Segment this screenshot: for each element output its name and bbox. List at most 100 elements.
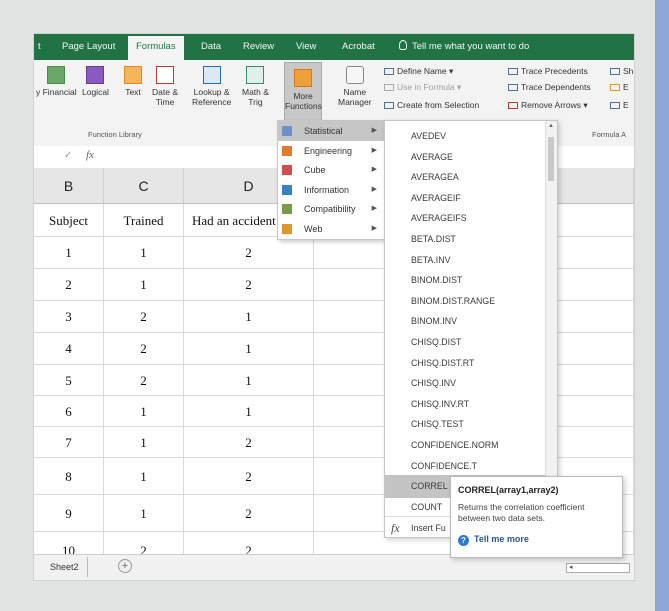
compatibility-icon bbox=[282, 204, 292, 214]
add-sheet-icon[interactable]: + bbox=[118, 559, 132, 573]
table-cell[interactable]: 5 bbox=[34, 365, 104, 396]
tab-view[interactable]: View bbox=[296, 34, 316, 60]
table-cell[interactable]: 6 bbox=[34, 396, 104, 427]
table-cell[interactable]: 1 bbox=[104, 458, 184, 495]
tooltip-title: CORREL(array1,array2) bbox=[458, 485, 559, 495]
trace-precedents-button[interactable]: Trace Precedents bbox=[508, 66, 588, 76]
function-item[interactable]: CHISQ.DIST.RT bbox=[385, 352, 545, 375]
create-from-selection-button[interactable]: Create from Selection bbox=[384, 100, 479, 110]
submenu-arrow-icon: ▶ bbox=[371, 185, 377, 193]
function-item[interactable]: CHISQ.INV bbox=[385, 372, 545, 395]
function-item[interactable]: AVERAGEA bbox=[385, 166, 545, 189]
date-time-button[interactable]: Date & Time bbox=[152, 66, 178, 107]
text-button[interactable]: Text bbox=[124, 66, 142, 97]
enter-check-icon[interactable]: ✓ bbox=[64, 150, 72, 161]
function-item[interactable]: AVERAGEIFS bbox=[385, 207, 545, 230]
tab-partial[interactable]: t bbox=[38, 34, 41, 60]
table-cell[interactable]: 1 bbox=[104, 269, 184, 301]
function-item[interactable]: BINOM.DIST bbox=[385, 269, 545, 292]
remove-arrows-button[interactable]: Remove Arrows ▾ bbox=[508, 100, 588, 111]
function-item[interactable]: BINOM.INV bbox=[385, 310, 545, 333]
menu-item-compatibility[interactable]: Compatibility ▶ bbox=[278, 199, 385, 219]
table-cell[interactable]: 1 bbox=[184, 396, 314, 427]
function-list-scrollbar[interactable]: ▲ bbox=[545, 121, 557, 537]
menu-item-label: Web bbox=[304, 223, 323, 234]
header-cell[interactable]: Subject bbox=[34, 204, 104, 237]
header-cell[interactable]: Trained bbox=[104, 204, 184, 237]
error-checking-button[interactable]: E bbox=[610, 82, 629, 92]
function-item[interactable]: CONFIDENCE.T bbox=[385, 455, 545, 478]
table-cell[interactable]: 1 bbox=[34, 237, 104, 269]
table-cell[interactable]: 1 bbox=[104, 427, 184, 458]
tell-me-more-label: Tell me more bbox=[474, 534, 529, 544]
table-cell[interactable]: 2 bbox=[104, 333, 184, 365]
submenu-arrow-icon: ▶ bbox=[371, 127, 377, 134]
remove-arrows-label: Remove Arrows bbox=[521, 100, 581, 110]
menu-item-web[interactable]: Web ▶ bbox=[278, 219, 385, 239]
function-item[interactable]: BETA.DIST bbox=[385, 228, 545, 251]
scroll-left-icon[interactable]: ◂ bbox=[569, 564, 573, 572]
table-cell[interactable]: 2 bbox=[184, 269, 314, 301]
table-cell[interactable]: 2 bbox=[104, 301, 184, 333]
function-item[interactable]: BINOM.DIST.RANGE bbox=[385, 290, 545, 313]
math-trig-button[interactable]: Math & Trig bbox=[242, 66, 269, 107]
menu-item-statistical[interactable]: Statistical ▶ bbox=[278, 121, 385, 141]
evaluate-formula-button[interactable]: E bbox=[610, 100, 629, 110]
table-cell[interactable]: 2 bbox=[184, 495, 314, 532]
table-cell[interactable]: 8 bbox=[34, 458, 104, 495]
scroll-up-icon[interactable]: ▲ bbox=[546, 123, 556, 129]
tab-data[interactable]: Data bbox=[201, 34, 221, 60]
insert-function-icon[interactable]: fx bbox=[86, 149, 94, 161]
function-item[interactable]: CHISQ.DIST bbox=[385, 331, 545, 354]
table-cell[interactable]: 2 bbox=[104, 365, 184, 396]
table-cell[interactable]: 2 bbox=[184, 458, 314, 495]
logical-button[interactable]: Logical bbox=[82, 66, 109, 97]
tell-me-more-link[interactable]: ? Tell me more bbox=[458, 534, 529, 546]
financial-button[interactable]: y Financial bbox=[36, 66, 77, 97]
table-cell[interactable]: 1 bbox=[184, 333, 314, 365]
function-item[interactable]: CONFIDENCE.NORM bbox=[385, 434, 545, 457]
menu-item-engineering[interactable]: Engineering ▶ bbox=[278, 141, 385, 161]
tab-acrobat[interactable]: Acrobat bbox=[342, 34, 375, 60]
insert-function-label: Insert Fu bbox=[411, 523, 446, 534]
column-header-c[interactable]: C bbox=[104, 168, 184, 204]
tab-page-layout[interactable]: Page Layout bbox=[62, 34, 115, 60]
menu-item-information[interactable]: Information ▶ bbox=[278, 180, 385, 200]
function-item[interactable]: AVERAGEIF bbox=[385, 187, 545, 210]
trace-dependents-button[interactable]: Trace Dependents bbox=[508, 82, 591, 92]
more-functions-button[interactable]: More Functions bbox=[284, 62, 322, 128]
scrollbar-thumb[interactable] bbox=[548, 137, 554, 181]
lookup-reference-button[interactable]: Lookup & Reference bbox=[192, 66, 231, 107]
table-cell[interactable]: 2 bbox=[184, 427, 314, 458]
use-in-formula-button[interactable]: Use in Formula ▾ bbox=[384, 82, 461, 93]
table-cell[interactable]: 3 bbox=[34, 301, 104, 333]
define-name-button[interactable]: Define Name ▾ bbox=[384, 66, 453, 77]
show-formulas-button[interactable]: Sh bbox=[610, 66, 633, 76]
tab-review[interactable]: Review bbox=[243, 34, 274, 60]
date-time-label-1: Date & bbox=[152, 87, 178, 97]
define-name-icon bbox=[384, 68, 394, 75]
table-cell[interactable]: 2 bbox=[184, 237, 314, 269]
function-item[interactable]: CHISQ.INV.RT bbox=[385, 393, 545, 416]
table-cell[interactable]: 7 bbox=[34, 427, 104, 458]
table-cell[interactable]: 1 bbox=[184, 365, 314, 396]
function-item[interactable]: CHISQ.TEST bbox=[385, 413, 545, 436]
table-cell[interactable]: 2 bbox=[34, 269, 104, 301]
table-cell[interactable]: 4 bbox=[34, 333, 104, 365]
tab-formulas[interactable]: Formulas bbox=[128, 34, 184, 60]
menu-item-cube[interactable]: Cube ▶ bbox=[278, 160, 385, 180]
horizontal-scrollbar[interactable]: ◂ bbox=[566, 563, 630, 573]
function-item[interactable]: BETA.INV bbox=[385, 249, 545, 272]
function-item[interactable]: AVERAGE bbox=[385, 146, 545, 169]
lookup-label-2: Reference bbox=[192, 97, 232, 107]
name-manager-button[interactable]: Name Manager bbox=[338, 66, 372, 107]
sheet-tab[interactable]: Sheet2 bbox=[42, 557, 88, 577]
table-cell[interactable]: 1 bbox=[104, 396, 184, 427]
tell-me-search[interactable]: Tell me what you want to do bbox=[399, 34, 529, 60]
table-cell[interactable]: 9 bbox=[34, 495, 104, 532]
column-header-b[interactable]: B bbox=[34, 168, 104, 204]
function-item[interactable]: AVEDEV bbox=[385, 125, 545, 148]
table-cell[interactable]: 1 bbox=[104, 495, 184, 532]
table-cell[interactable]: 1 bbox=[104, 237, 184, 269]
table-cell[interactable]: 1 bbox=[184, 301, 314, 333]
